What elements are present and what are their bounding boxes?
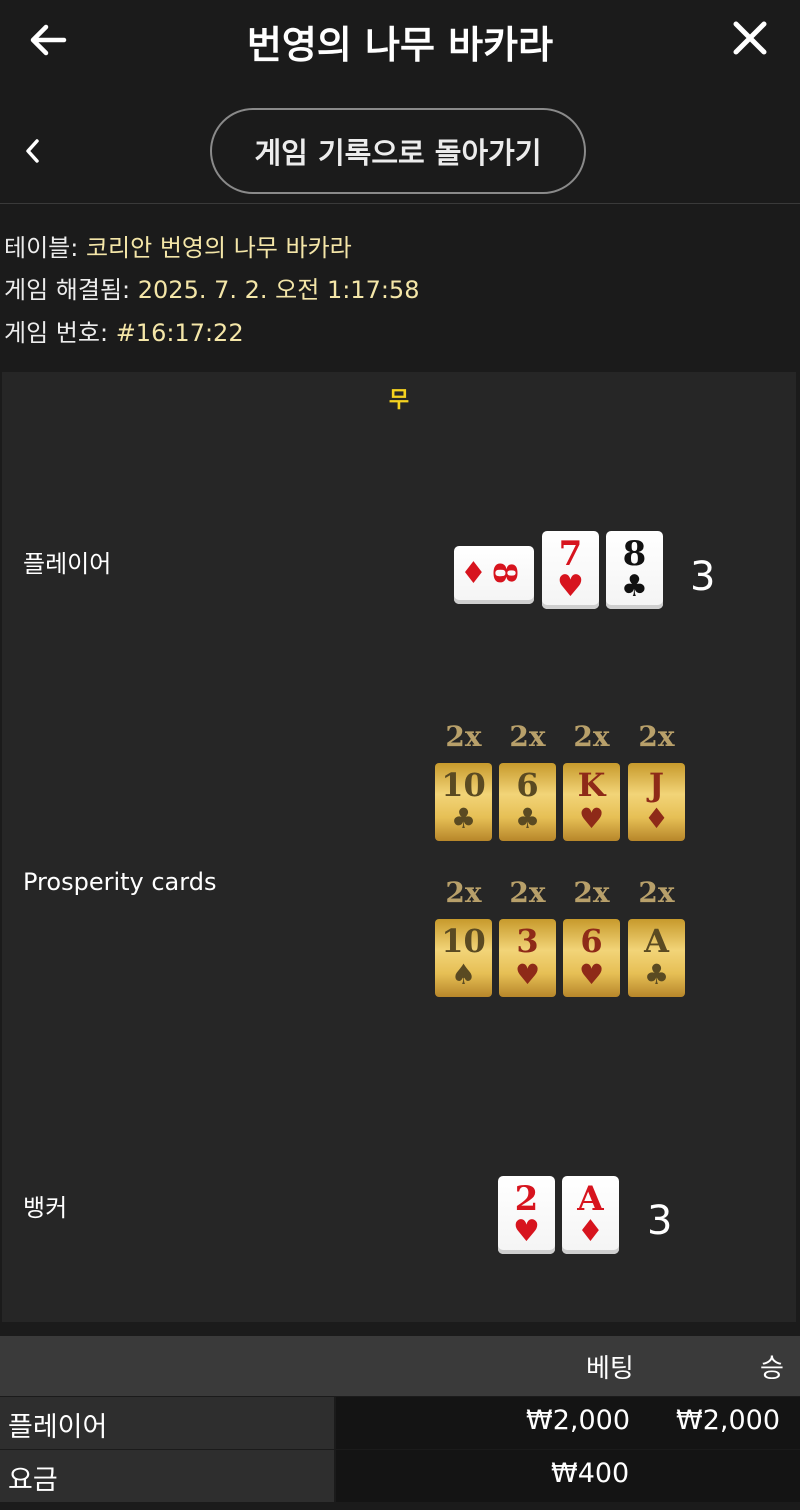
card-suit: ♣ [514,802,541,835]
card-rank: 6 [516,766,539,804]
back-to-history-button[interactable]: 게임 기록으로 돌아가기 [210,108,586,194]
card-suit: ♥ [578,958,605,991]
table-label: 테이블: [4,234,79,262]
multiplier: 2x [509,720,546,753]
resolved-info: 게임 해결됨: 2025. 7. 2. 오전 1:17:58 [4,270,419,305]
card-rank: 10 [441,922,486,960]
card-suit: ♣ [643,958,670,991]
table-row: 요금 ₩400 [0,1450,800,1502]
player-label: 플레이어 [23,550,112,578]
card-rank: 10 [441,766,486,804]
banker-label: 뱅커 [23,1194,68,1222]
card-rank: 6 [580,922,603,960]
player-card-3: 8 ♣ [606,531,663,609]
multiplier: 2x [445,720,482,753]
win-amount: ₩2,000 [676,1405,780,1436]
prosperity-card-7: 6 ♥ [563,919,620,997]
card-suit: ♦ [643,802,670,835]
table-value: 코리안 번영의 나무 바카라 [85,234,352,262]
prosperity-card-1: 10 ♣ [435,763,492,841]
bet-amount: ₩2,000 [526,1405,630,1436]
chevron-left-icon[interactable] [20,136,46,166]
card-rank: 8 [486,561,525,585]
card-rank: 7 [558,534,583,574]
game-number-info: 게임 번호: #16:17:22 [4,313,244,348]
card-suit: ♥ [513,1214,540,1249]
result-panel: 무 플레이어 ♦ 8 7 ♥ 8 ♣ 3 Prosperity cards 2x… [2,372,796,1322]
row-label: 요금 [8,1465,58,1496]
page-title: 번영의 나무 바카라 [246,23,554,67]
player-card-1: ♦ 8 [454,546,534,604]
player-card-2: 7 ♥ [542,531,599,609]
card-rank: 2 [514,1179,539,1219]
card-suit: ♣ [621,569,648,604]
banker-card-2: A ♦ [562,1176,619,1254]
table-row: 플레이어 ₩2,000 ₩2,000 [0,1397,800,1449]
resolved-label: 게임 해결됨: [4,276,131,304]
close-icon[interactable] [728,16,772,60]
card-suit: ♥ [557,569,584,604]
card-rank: 8 [622,534,647,574]
resolved-value: 2025. 7. 2. 오전 1:17:58 [137,276,420,304]
bets-table-header: 베팅 승 [0,1336,800,1396]
prosperity-label: Prosperity cards [23,868,217,896]
multiplier: 2x [573,876,610,909]
card-suit: ♦ [577,1214,604,1249]
multiplier: 2x [509,876,546,909]
card-suit: ♥ [514,958,541,991]
prosperity-card-3: K ♥ [563,763,620,841]
table-info: 테이블: 코리안 번영의 나무 바카라 [4,228,352,263]
game-number-value: #16:17:22 [115,319,244,347]
prosperity-card-4: J ♦ [628,763,685,841]
multiplier: 2x [638,876,675,909]
card-suit: ♦ [460,556,487,591]
game-number-label: 게임 번호: [4,319,109,347]
card-rank: J [648,766,665,804]
multiplier: 2x [445,876,482,909]
banker-score: 3 [647,1198,673,1244]
banker-card-1: 2 ♥ [498,1176,555,1254]
card-rank: A [577,1179,604,1219]
card-suit: ♠ [450,958,477,991]
bet-amount: ₩400 [551,1458,630,1489]
card-suit: ♣ [450,802,477,835]
card-rank: A [644,922,669,960]
top-bar: 번영의 나무 바카라 [0,0,800,80]
multiplier: 2x [573,720,610,753]
card-suit: ♥ [578,802,605,835]
player-score: 3 [690,554,716,600]
result-label: 무 [388,388,410,413]
card-rank: 3 [516,922,539,960]
history-nav: 게임 기록으로 돌아가기 [0,100,800,204]
prosperity-card-6: 3 ♥ [499,919,556,997]
card-rank: K [577,766,606,804]
multiplier: 2x [638,720,675,753]
row-label: 플레이어 [8,1412,108,1443]
bet-column-header: 베팅 [586,1354,634,1384]
prosperity-card-2: 6 ♣ [499,763,556,841]
prosperity-card-5: 10 ♠ [435,919,492,997]
win-column-header: 승 [760,1354,784,1384]
prosperity-card-8: A ♣ [628,919,685,997]
